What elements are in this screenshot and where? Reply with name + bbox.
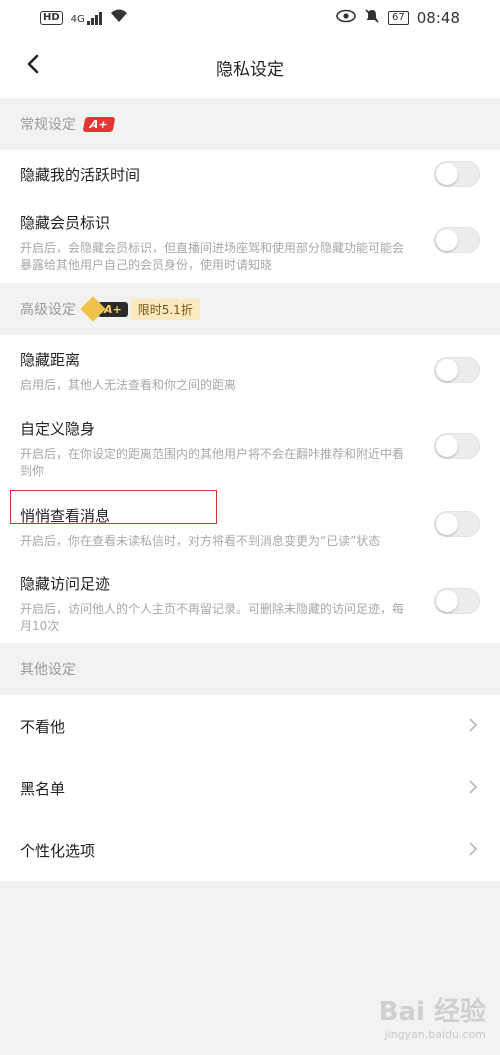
toggle-knob [436,590,458,612]
section-header-advanced: 高级设定 A+ 限时5.1折 [0,283,500,335]
network-type: 4G [70,13,85,25]
toggle-hide-distance[interactable] [434,357,480,383]
signal-icon: 4G [70,11,102,25]
nav-row-block-feed[interactable]: 不看他 [0,695,500,757]
highlight-annotation-box [10,490,217,524]
vip-promo-badge: A+ 限时5.1折 [80,296,200,322]
toggle-read-quietly[interactable] [434,511,480,537]
chevron-right-icon [468,714,478,738]
watermark: Bai 经验 jingyan.baidu.com [379,991,486,1041]
vip-badge: A+ [82,116,116,132]
section-header-general: 常规设定 A+ [0,98,500,150]
nav-row-label: 黑名单 [20,779,66,798]
wifi-icon [110,9,128,27]
setting-desc: 开启后，会隐藏会员标识，但直播间进场座驾和使用部分隐藏功能可能会暴露给其他用户自… [20,241,405,272]
advanced-settings-card: 隐藏距离 启用后，其他人无法查看和你之间的距离 自定义隐身 开启后，在你设定的距… [0,335,500,643]
eye-icon [336,9,356,27]
status-right: 67 08:48 [336,8,460,28]
status-left: HD 4G [40,9,128,27]
setting-row-hide-member-badge: 隐藏会员标识 开启后，会隐藏会员标识，但直播间进场座驾和使用部分隐藏功能可能会暴… [0,212,500,274]
toggle-knob [436,513,458,535]
toggle-knob [436,229,458,251]
setting-row-hide-footprints: 隐藏访问足迹 开启后，访问他人的个人主页不再留记录。可删除未隐藏的访问足迹，每月… [0,573,500,635]
toggle-hide-footprints[interactable] [434,588,480,614]
chevron-right-icon [468,838,478,862]
mute-bell-icon [364,8,380,28]
page-title: 隐私设定 [216,59,284,80]
watermark-url: jingyan.baidu.com [384,1028,486,1041]
setting-desc: 启用后，其他人无法查看和你之间的距离 [20,378,237,392]
section-header-other: 其他设定 [0,643,500,695]
setting-title: 自定义隐身 [20,420,96,438]
toggle-hide-active-time[interactable] [434,161,480,187]
general-settings-card: 隐藏我的活跃时间 隐藏会员标识 开启后，会隐藏会员标识，但直播间进场座驾和使用部… [0,150,500,283]
clock: 08:48 [416,9,460,27]
setting-row-hide-active-time: 隐藏我的活跃时间 [0,164,500,185]
nav-row-label: 不看他 [20,717,66,736]
setting-row-hide-distance: 隐藏距离 启用后，其他人无法查看和你之间的距离 [0,349,500,394]
setting-row-custom-stealth: 自定义隐身 开启后，在你设定的距离范围内的其他用户将不会在翻咔推荐和附近中看到你 [0,418,500,480]
setting-desc: 开启后，访问他人的个人主页不再留记录。可删除未隐藏的访问足迹，每月10次 [20,602,405,633]
toggle-custom-stealth[interactable] [434,433,480,459]
setting-title: 隐藏会员标识 [20,214,111,232]
setting-title: 隐藏我的活跃时间 [20,166,141,184]
hd-indicator: HD [40,11,63,25]
setting-title: 隐藏距离 [20,351,81,369]
nav-bar: 隐私设定 [0,36,500,98]
battery-icon: 67 [388,11,409,25]
back-icon[interactable] [22,52,52,82]
nav-row-label: 个性化选项 [20,841,96,860]
toggle-hide-member-badge[interactable] [434,227,480,253]
watermark-brand: Bai 经验 [378,997,486,1027]
diamond-icon [80,296,106,322]
setting-title: 隐藏访问足迹 [20,575,111,593]
section-label: 其他设定 [20,662,76,678]
nav-row-blacklist[interactable]: 黑名单 [0,757,500,819]
setting-desc: 开启后，你在查看未读私信时，对方将看不到消息变更为“已读”状态 [20,534,381,548]
toggle-knob [436,163,458,185]
setting-desc: 开启后，在你设定的距离范围内的其他用户将不会在翻咔推荐和附近中看到你 [20,447,405,478]
status-bar: HD 4G 67 08:48 [0,0,500,36]
section-label: 高级设定 [20,302,76,318]
section-label: 常规设定 [20,117,76,133]
toggle-knob [436,435,458,457]
promo-label: 限时5.1折 [130,298,200,320]
other-settings-card: 不看他 黑名单 个性化选项 [0,695,500,881]
nav-row-personalization[interactable]: 个性化选项 [0,819,500,881]
toggle-knob [436,359,458,381]
chevron-right-icon [468,776,478,800]
